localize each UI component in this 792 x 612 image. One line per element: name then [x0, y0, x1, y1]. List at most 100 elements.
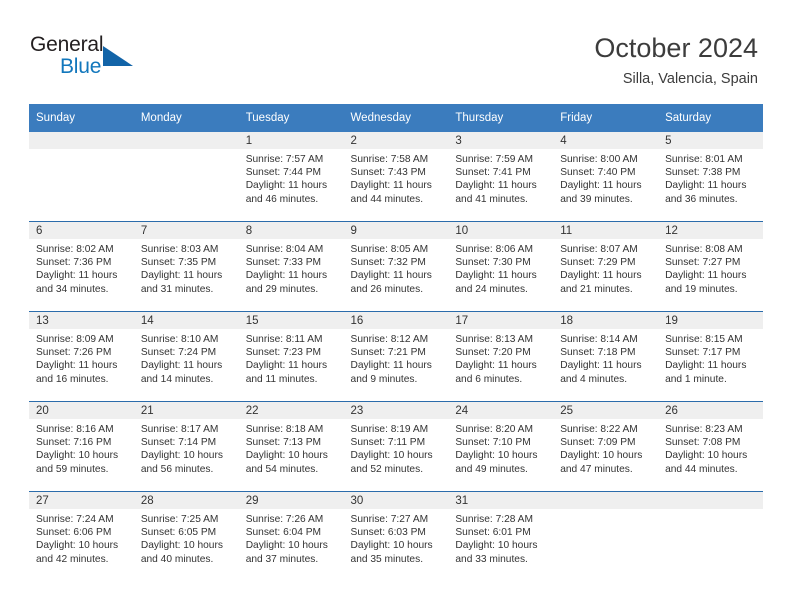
- calendar-day-cell[interactable]: 16 Sunrise: 8:12 AM Sunset: 7:21 PM Dayligh…: [343, 311, 449, 402]
- day-details: Sunrise: 7:28 AM Sunset: 6:01 PM Daylight:…: [448, 509, 553, 566]
- calendar-day-cell[interactable]: 25 Sunrise: 8:22 AM Sunset: 7:09 PM Dayligh…: [553, 401, 659, 492]
- sunset-text: Sunset: 7:21 PM: [350, 347, 426, 359]
- calendar-day-cell-empty: [29, 132, 134, 222]
- daylight-text-line1: Daylight: 11 hours: [455, 180, 537, 192]
- sunrise-text: Sunrise: 7:28 AM: [455, 514, 533, 525]
- calendar-day-cell[interactable]: 30 Sunrise: 7:27 AM Sunset: 6:03 PM Dayligh…: [343, 491, 449, 581]
- calendar-day-cell[interactable]: 12 Sunrise: 8:08 AM Sunset: 7:27 PM Dayligh…: [658, 221, 763, 312]
- day-details: Sunrise: 8:02 AM Sunset: 7:36 PM Daylight:…: [29, 239, 134, 296]
- sunrise-text: Sunrise: 8:17 AM: [140, 424, 219, 435]
- daylight-text-line1: Daylight: 11 hours: [350, 180, 432, 192]
- day-number: [133, 132, 239, 149]
- calendar-day-cell[interactable]: 18 Sunrise: 8:14 AM Sunset: 7:18 PM Dayligh…: [553, 311, 659, 402]
- sunset-text: Sunset: 7:08 PM: [665, 437, 741, 449]
- calendar-day-cell[interactable]: 27 Sunrise: 7:24 AM Sunset: 6:06 PM Dayligh…: [29, 491, 134, 581]
- day-number: [553, 492, 659, 509]
- day-details: Sunrise: 8:12 AM Sunset: 7:21 PM Daylight:…: [344, 329, 449, 386]
- sunrise-text: Sunrise: 7:26 AM: [245, 514, 324, 525]
- sunrise-sunset-calendar: Sunday Monday Tuesday Wednesday Thursday…: [29, 104, 763, 581]
- daylight-text-line2: and 46 minutes.: [245, 193, 319, 205]
- page-title: October 2024: [594, 33, 758, 63]
- calendar-day-cell[interactable]: 4 Sunrise: 8:00 AM Sunset: 7:40 PM Daylight…: [553, 132, 659, 222]
- sunset-text: Sunset: 7:36 PM: [36, 257, 112, 269]
- calendar-day-cell[interactable]: 19 Sunrise: 8:15 AM Sunset: 7:17 PM Dayligh…: [658, 311, 763, 402]
- calendar-day-cell[interactable]: 31 Sunrise: 7:28 AM Sunset: 6:01 PM Dayligh…: [448, 491, 554, 581]
- sunrise-text: Sunrise: 8:04 AM: [245, 244, 324, 255]
- calendar-day-cell[interactable]: 1 Sunrise: 7:57 AM Sunset: 7:44 PM Daylight…: [238, 132, 344, 222]
- calendar-day-cell[interactable]: 13 Sunrise: 8:09 AM Sunset: 7:26 PM Dayligh…: [29, 311, 134, 402]
- day-number: 21: [133, 402, 239, 419]
- day-number: 27: [29, 492, 134, 509]
- calendar-day-cell[interactable]: 14 Sunrise: 8:10 AM Sunset: 7:24 PM Dayligh…: [133, 311, 239, 402]
- sunset-text: Sunset: 7:23 PM: [245, 347, 322, 359]
- daylight-text-line2: and 44 minutes.: [665, 463, 738, 475]
- day-number: 23: [343, 402, 449, 419]
- daylight-text-line1: Daylight: 10 hours: [455, 540, 538, 552]
- daylight-text-line2: and 14 minutes.: [140, 373, 214, 385]
- calendar-day-cell[interactable]: 22 Sunrise: 8:18 AM Sunset: 7:13 PM Dayligh…: [238, 401, 344, 492]
- calendar-day-cell[interactable]: 11 Sunrise: 8:07 AM Sunset: 7:29 PM Dayligh…: [553, 221, 659, 312]
- calendar-day-cell[interactable]: 2 Sunrise: 7:58 AM Sunset: 7:43 PM Daylight…: [343, 132, 449, 222]
- day-details: Sunrise: 8:16 AM Sunset: 7:16 PM Daylight:…: [29, 419, 134, 476]
- day-number: [658, 492, 763, 509]
- sunrise-text: Sunrise: 8:19 AM: [350, 424, 429, 435]
- sunset-text: Sunset: 7:43 PM: [350, 167, 426, 179]
- day-number: 4: [553, 132, 659, 149]
- daylight-text-line1: Daylight: 10 hours: [455, 450, 538, 462]
- daylight-text-line1: Daylight: 10 hours: [36, 450, 119, 462]
- calendar-day-cell[interactable]: 5 Sunrise: 8:01 AM Sunset: 7:38 PM Daylight…: [658, 132, 763, 222]
- calendar-day-cell[interactable]: 17 Sunrise: 8:13 AM Sunset: 7:20 PM Dayligh…: [448, 311, 554, 402]
- sunrise-text: Sunrise: 7:57 AM: [245, 154, 324, 165]
- day-number: 18: [553, 312, 659, 329]
- sunset-text: Sunset: 7:29 PM: [560, 257, 636, 269]
- calendar-day-cell[interactable]: 10 Sunrise: 8:06 AM Sunset: 7:30 PM Dayligh…: [448, 221, 554, 312]
- sunrise-text: Sunrise: 8:18 AM: [245, 424, 324, 435]
- calendar-day-cell[interactable]: 21 Sunrise: 8:17 AM Sunset: 7:14 PM Dayligh…: [133, 401, 239, 492]
- day-number: 24: [448, 402, 554, 419]
- daylight-text-line1: Daylight: 11 hours: [245, 180, 328, 192]
- day-details: Sunrise: 8:13 AM Sunset: 7:20 PM Daylight:…: [448, 329, 553, 386]
- day-details: Sunrise: 7:25 AM Sunset: 6:05 PM Daylight:…: [134, 509, 239, 566]
- sunset-text: Sunset: 7:27 PM: [665, 257, 741, 269]
- calendar-day-cell[interactable]: 8 Sunrise: 8:04 AM Sunset: 7:33 PM Daylight…: [238, 221, 344, 312]
- day-number: 31: [448, 492, 554, 509]
- general-blue-logo[interactable]: General Blue: [30, 33, 150, 85]
- weekday-header-monday: Monday: [133, 104, 239, 132]
- calendar-day-cell[interactable]: 28 Sunrise: 7:25 AM Sunset: 6:05 PM Dayligh…: [133, 491, 239, 581]
- calendar-day-cell[interactable]: 24 Sunrise: 8:20 AM Sunset: 7:10 PM Dayligh…: [448, 401, 554, 492]
- sunrise-text: Sunrise: 8:14 AM: [560, 334, 638, 345]
- daylight-text-line2: and 29 minutes.: [245, 283, 319, 295]
- day-number: 11: [553, 222, 659, 239]
- day-number: 14: [133, 312, 239, 329]
- calendar-day-cell[interactable]: 23 Sunrise: 8:19 AM Sunset: 7:11 PM Dayligh…: [343, 401, 449, 492]
- calendar-body: 1 Sunrise: 7:57 AM Sunset: 7:44 PM Daylight…: [29, 132, 763, 581]
- day-number: 2: [343, 132, 449, 149]
- calendar-day-cell[interactable]: 3 Sunrise: 7:59 AM Sunset: 7:41 PM Daylight…: [448, 132, 554, 222]
- calendar-day-cell[interactable]: 6 Sunrise: 8:02 AM Sunset: 7:36 PM Daylight…: [29, 221, 134, 312]
- sunset-text: Sunset: 7:17 PM: [665, 347, 741, 359]
- logo-text-general: General: [30, 33, 104, 56]
- sunrise-text: Sunrise: 8:03 AM: [140, 244, 219, 255]
- sunrise-text: Sunrise: 8:09 AM: [36, 334, 114, 345]
- daylight-text-line2: and 31 minutes.: [140, 283, 214, 295]
- day-details: Sunrise: 7:57 AM Sunset: 7:44 PM Daylight:…: [239, 149, 344, 206]
- calendar-week-row: 20 Sunrise: 8:16 AM Sunset: 7:16 PM Dayligh…: [29, 401, 763, 492]
- day-details: [134, 149, 239, 153]
- sunset-text: Sunset: 7:16 PM: [36, 437, 112, 449]
- daylight-text-line1: Daylight: 11 hours: [665, 270, 747, 282]
- calendar-day-cell[interactable]: 20 Sunrise: 8:16 AM Sunset: 7:16 PM Dayligh…: [29, 401, 134, 492]
- day-details: Sunrise: 8:08 AM Sunset: 7:27 PM Daylight:…: [658, 239, 763, 296]
- daylight-text-line2: and 19 minutes.: [665, 283, 738, 295]
- sunset-text: Sunset: 7:44 PM: [245, 167, 322, 179]
- daylight-text-line1: Daylight: 11 hours: [245, 270, 328, 282]
- calendar-day-cell[interactable]: 29 Sunrise: 7:26 AM Sunset: 6:04 PM Dayligh…: [238, 491, 344, 581]
- calendar-day-cell[interactable]: 7 Sunrise: 8:03 AM Sunset: 7:35 PM Daylight…: [133, 221, 239, 312]
- calendar-day-cell[interactable]: 26 Sunrise: 8:23 AM Sunset: 7:08 PM Dayligh…: [658, 401, 763, 492]
- day-number: 10: [448, 222, 554, 239]
- day-number: 8: [238, 222, 344, 239]
- day-number: 26: [658, 402, 763, 419]
- calendar-day-cell[interactable]: 15 Sunrise: 8:11 AM Sunset: 7:23 PM Dayligh…: [238, 311, 344, 402]
- day-number: 1: [238, 132, 344, 149]
- calendar-day-cell[interactable]: 9 Sunrise: 8:05 AM Sunset: 7:32 PM Daylight…: [343, 221, 449, 312]
- daylight-text-line2: and 49 minutes.: [455, 463, 528, 475]
